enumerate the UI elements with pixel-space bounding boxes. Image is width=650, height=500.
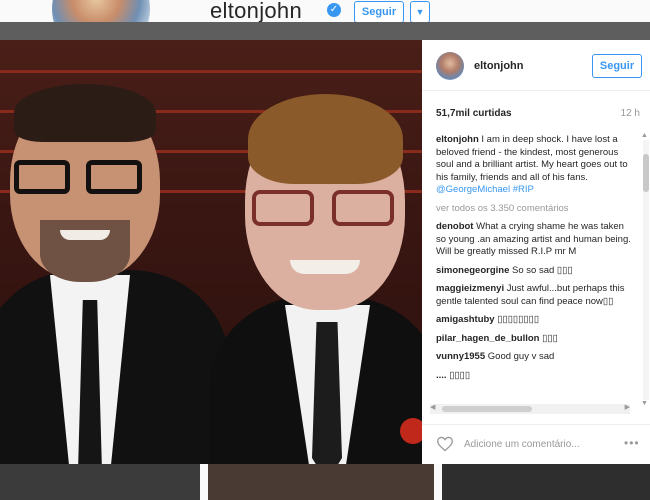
comment-item: vunny1955 Good guy v sad [436,351,636,364]
scrollbar-thumb[interactable] [643,154,649,192]
profile-header: eltonjohn ✓ Seguir ▼ [0,0,650,58]
smile [290,260,360,274]
horizontal-scrollbar[interactable]: ◀ ▶ [430,404,630,414]
caret-down-icon[interactable]: ▼ [410,1,430,23]
comment-text: Good guy v sad [487,351,555,362]
scroll-down-arrow-icon[interactable]: ▼ [641,400,648,407]
post-details-panel: eltonjohn Seguir 51,7mil curtidas 12 h e… [422,40,650,464]
poppy-flower [400,418,422,444]
horizontal-scrollbar-thumb[interactable] [442,406,532,412]
scroll-right-arrow-icon[interactable]: ▶ [625,403,630,411]
grid-thumbnail[interactable] [208,464,434,500]
hair [248,94,403,184]
post-follow-button[interactable]: Seguir [592,54,642,78]
verified-badge-icon: ✓ [327,3,341,17]
caption: eltonjohn I am in deep shock. I have los… [436,134,636,197]
tie [312,322,342,464]
person-right [190,90,422,464]
post-avatar[interactable] [436,52,464,80]
post-photo[interactable] [0,40,422,464]
profile-username: eltonjohn [210,0,302,23]
comment-username[interactable]: vunny1955 [436,351,485,362]
comment-username[interactable]: denobot [436,221,473,232]
comment-username[interactable]: .... [436,370,447,381]
profile-grid-strip [0,464,650,500]
comment-item: denobot What a crying shame he was taken… [436,221,636,259]
comments-scrollbar[interactable] [643,140,649,400]
profile-follow-button[interactable]: Seguir [354,1,404,23]
modal-backdrop[interactable] [0,22,650,40]
comment-text: So so sad ▯▯▯ [512,264,573,276]
grid-thumbnail[interactable] [0,464,200,500]
person-left [0,70,230,464]
smile [60,230,110,240]
comment-username[interactable]: maggieizmenyi [436,283,504,294]
add-comment-input[interactable]: Adicione um comentário... [464,439,580,450]
comment-item: simonegeorgine So so sad ▯▯▯ [436,265,636,278]
likes-count[interactable]: 51,7mil curtidas [436,108,512,119]
comment-item: .... ▯▯▯▯ [436,370,636,383]
glasses [252,190,400,230]
post-time[interactable]: 12 h [621,108,640,119]
comment-username[interactable]: pilar_hagen_de_bullon [436,333,539,344]
comment-footer: Adicione um comentário... ••• [422,424,650,465]
comment-text: ▯▯▯ [542,332,558,344]
hair [14,84,156,142]
scroll-left-arrow-icon[interactable]: ◀ [430,403,435,411]
glasses [14,160,154,198]
grid-thumbnail[interactable] [442,464,650,500]
comment-username[interactable]: simonegeorgine [436,265,509,276]
comment-item: amigashtuby ▯▯▯▯▯▯▯▯ [436,314,636,327]
caption-tags[interactable]: @GeorgeMichael #RIP [436,184,534,195]
comment-item: maggieizmenyi Just awful...but perhaps t… [436,283,636,308]
comment-text: ▯▯▯▯ [449,369,471,381]
comment-username[interactable]: amigashtuby [436,314,495,325]
comment-text: ▯▯▯▯▯▯▯▯ [497,314,540,325]
comment-item: pilar_hagen_de_bullon ▯▯▯ [436,333,636,346]
heart-icon[interactable] [436,436,454,452]
scroll-up-arrow-icon[interactable]: ▲ [641,132,648,139]
comments-list[interactable]: eltonjohn I am in deep shock. I have los… [436,134,636,402]
caption-username[interactable]: eltonjohn [436,134,479,145]
post-header: eltonjohn Seguir [422,40,650,91]
more-options-icon[interactable]: ••• [624,436,640,450]
view-all-comments-link[interactable]: ver todos os 3.350 comentários [436,203,636,216]
post-username[interactable]: eltonjohn [474,60,524,72]
